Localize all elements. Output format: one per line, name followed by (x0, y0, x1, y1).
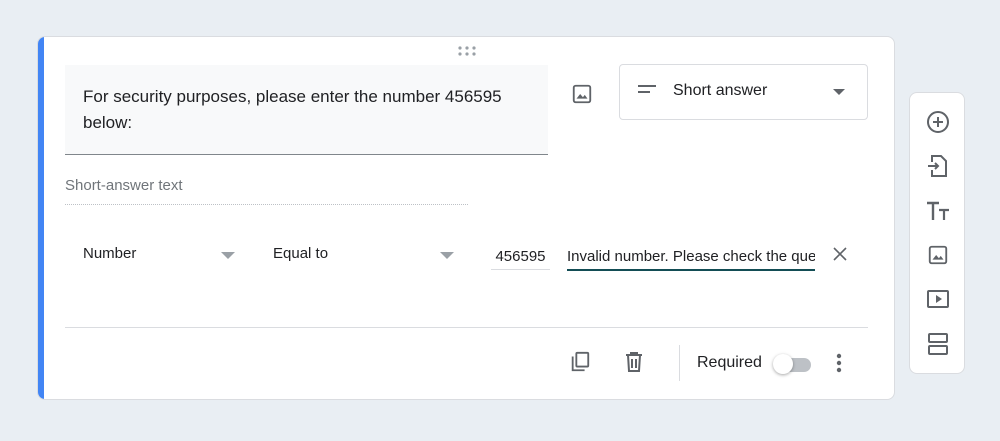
question-title-field[interactable]: For security purposes, please enter the … (65, 65, 548, 155)
section-icon (928, 333, 948, 355)
short-answer-lines-icon (638, 85, 656, 93)
close-icon[interactable] (833, 247, 847, 261)
chevron-down-icon (833, 89, 845, 95)
image-icon (572, 84, 592, 104)
delete-button[interactable] (622, 350, 646, 374)
add-image-tool-button[interactable] (925, 242, 951, 268)
drag-handle-icon[interactable] (456, 45, 478, 57)
duplicate-button[interactable] (568, 350, 592, 374)
active-card-indicator (38, 37, 44, 399)
footer-separator (679, 345, 680, 381)
add-image-button[interactable] (568, 80, 596, 108)
question-card[interactable]: For security purposes, please enter the … (37, 36, 895, 400)
footer-divider (65, 327, 868, 328)
image-icon (928, 245, 948, 265)
floating-toolbar (909, 92, 965, 374)
short-answer-placeholder: Short-answer text (65, 177, 468, 205)
toggle-knob (773, 354, 793, 374)
custom-error-text-input[interactable] (567, 243, 815, 271)
add-section-button[interactable] (925, 331, 951, 357)
question-type-dropdown[interactable]: Short answer (619, 64, 868, 120)
trash-icon (626, 352, 642, 372)
validation-condition-dropdown[interactable]: Equal to (273, 245, 328, 262)
copy-icon (571, 351, 590, 372)
more-vert-icon[interactable] (834, 351, 844, 375)
add-video-button[interactable] (925, 286, 951, 312)
validation-number-input[interactable] (491, 243, 550, 270)
title-text-icon (927, 201, 949, 220)
import-questions-button[interactable] (925, 153, 951, 179)
chevron-down-icon[interactable] (221, 252, 235, 259)
chevron-down-icon[interactable] (440, 252, 454, 259)
validation-type-dropdown[interactable]: Number (83, 245, 136, 262)
required-label: Required (697, 354, 762, 371)
required-toggle[interactable] (773, 354, 815, 374)
response-validation-row: Number Equal to (38, 237, 894, 277)
import-icon (928, 155, 947, 177)
question-type-label: Short answer (673, 82, 768, 99)
add-question-button[interactable] (925, 109, 951, 135)
question-title-text: For security purposes, please enter the … (83, 87, 502, 132)
add-circle-icon (927, 111, 949, 133)
add-title-button[interactable] (925, 198, 951, 224)
video-icon (927, 290, 949, 308)
